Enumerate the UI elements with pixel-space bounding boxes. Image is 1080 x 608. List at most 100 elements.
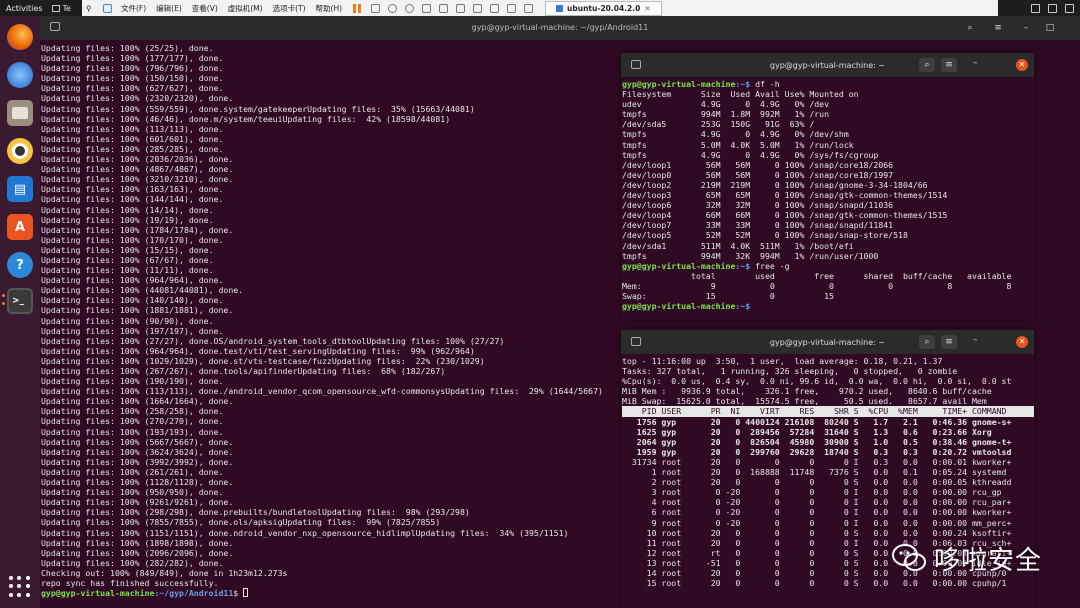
process-row: 1756 gyp 20 0 4400124 216108 80240 S 1.7… xyxy=(622,416,1012,427)
thunderbird-icon[interactable] xyxy=(7,62,33,88)
watermark: 哆啦安全 xyxy=(892,536,1062,580)
process-row: 3 root 0 -20 0 0 0 I 0.0 0.0 0:00.00 rcu… xyxy=(622,487,1002,498)
top-terminal-titlebar[interactable]: gyp@gyp-virtual-machine: ~ ⌕ ≡ – ✕ xyxy=(621,330,1034,354)
df-line: udev 4.9G 0 4.9G 0% /dev xyxy=(622,99,830,110)
prompt-user: gyp@gyp-virtual-machine xyxy=(622,301,736,312)
process-row: 2 root 20 0 0 0 0 S 0.0 0.0 0:00.05 kthr… xyxy=(622,477,1012,488)
process-row: 1625 gyp 20 0 289456 57284 31640 S 1.3 0… xyxy=(622,426,992,437)
menu-view[interactable]: 查看(V) xyxy=(187,3,223,14)
menu-help[interactable]: 帮助(H) xyxy=(311,3,348,14)
maximize-icon[interactable]: □ xyxy=(1044,22,1056,34)
menu-edit[interactable]: 编辑(E) xyxy=(151,3,187,14)
prompt-user: gyp@gyp-virtual-machine xyxy=(622,260,736,271)
df-line: /dev/loop1 56M 56M 0 100% /snap/core18/2… xyxy=(622,159,894,170)
df-line: tmpfs 994M 32K 994M 1% /run/user/1000 xyxy=(622,250,879,261)
main-terminal-title: gyp@gyp-virtual-machine: ~/gyp/Android11 xyxy=(471,23,649,32)
process-row: 6 root 0 -20 0 0 0 I 0.0 0.0 0:00.00 kwo… xyxy=(622,507,1012,518)
close-icon[interactable]: ✕ xyxy=(1016,59,1028,71)
vmware-logo-icon xyxy=(103,3,112,13)
prompt-user: gyp@gyp-virtual-machine xyxy=(622,79,736,89)
minimize-icon[interactable]: – xyxy=(973,335,978,345)
df-terminal-titlebar[interactable]: gyp@gyp-virtual-machine: ~ ⌕ ≡ – ✕ xyxy=(621,53,1034,77)
snapshot-icon[interactable] xyxy=(388,3,398,13)
terminal-indicator[interactable]: Te xyxy=(49,4,74,13)
fullscreen-icon[interactable] xyxy=(473,3,483,13)
help-icon[interactable]: ? xyxy=(7,252,33,278)
prompt-path: :~$ xyxy=(735,260,756,271)
snapshot-manager-icon[interactable] xyxy=(422,3,432,13)
df-line: /dev/loop6 32M 32M 0 100% /snap/snapd/11… xyxy=(622,200,894,211)
df-line: tmpfs 4.9G 0 4.9G 0% /dev/shm xyxy=(622,129,849,140)
terminal-icon xyxy=(51,4,60,12)
firefox-icon[interactable] xyxy=(7,24,33,50)
system-tray xyxy=(1031,0,1074,16)
df-line: /dev/sda5 253G 150G 91G 63% / xyxy=(622,119,815,130)
df-line: Filesystem Size Used Avail Use% Mounted … xyxy=(622,89,859,100)
df-line: /dev/loop5 52M 52M 0 100% /snap/snap-sto… xyxy=(622,230,908,241)
df-line: /dev/loop4 66M 66M 0 100% /snap/gtk-comm… xyxy=(622,210,948,221)
rhythmbox-icon[interactable] xyxy=(7,138,33,164)
df-line: /dev/sda1 511M 4.0K 511M 1% /boot/efi xyxy=(622,240,854,251)
df-line: tmpfs 5.0M 4.0K 5.0M 1% /run/lock xyxy=(622,139,854,150)
menu-tabs[interactable]: 选项卡(T) xyxy=(268,3,311,14)
search-icon[interactable]: ⌕ xyxy=(919,58,935,72)
df-terminal-output: gyp@gyp-virtual-machine:~$ df -h Filesyst… xyxy=(622,79,1034,311)
close-icon[interactable]: ✕ xyxy=(1016,336,1028,348)
writer-icon[interactable]: ▤ xyxy=(7,176,33,202)
pause-icon[interactable] xyxy=(353,3,362,13)
close-icon[interactable]: ✕ xyxy=(644,4,650,13)
sidebar-icon[interactable] xyxy=(439,3,449,13)
top-summary-line: %Cpu(s): 0.0 us, 0.4 sy, 0.0 ni, 99.6 id… xyxy=(622,376,1012,387)
terminal-app-icon[interactable]: >_ xyxy=(7,288,33,314)
top-summary-line: MiB Swap: 15625.0 total, 15574.5 free, 5… xyxy=(622,396,987,407)
software-icon[interactable]: A xyxy=(7,214,33,240)
vm-tab[interactable]: ubuntu-20.04.2.0 ✕ xyxy=(545,0,662,16)
minimize-icon[interactable]: – xyxy=(1020,22,1032,34)
revert-snapshot-icon[interactable] xyxy=(405,3,415,13)
console-view-icon[interactable] xyxy=(507,3,517,13)
menu-icon[interactable]: ≡ xyxy=(941,58,957,72)
cursor xyxy=(243,588,249,598)
prompt-line[interactable]: gyp@gyp-virtual-machine:~$ xyxy=(622,301,1034,311)
df-terminal-window[interactable]: gyp@gyp-virtual-machine: ~ ⌕ ≡ – ✕ gyp@g… xyxy=(621,53,1034,319)
files-icon[interactable] xyxy=(7,100,33,126)
prompt-line[interactable]: gyp@gyp-virtual-machine:~$ df -h xyxy=(622,79,1034,89)
volume-icon[interactable] xyxy=(1048,3,1057,13)
activities-button[interactable]: Activities xyxy=(0,4,49,13)
prompt-path: :~/gyp/Android11 xyxy=(154,588,234,599)
df-line: tmpfs 994M 1.8M 992M 1% /run xyxy=(622,109,830,120)
send-keys-icon[interactable] xyxy=(371,3,381,13)
prompt-line[interactable]: gyp@gyp-virtual-machine:~$ free -g xyxy=(622,261,1034,271)
main-terminal-titlebar[interactable]: gyp@gyp-virtual-machine: ~/gyp/Android11… xyxy=(40,16,1080,40)
network-icon[interactable] xyxy=(1031,3,1040,13)
menu-icon[interactable]: ≡ xyxy=(992,22,1004,34)
dock: ▤ A ? >_ xyxy=(0,16,40,608)
stretch-icon[interactable] xyxy=(524,3,534,13)
unity-icon[interactable] xyxy=(490,3,500,13)
output-line: Updating files: 100% (25/25), done. xyxy=(41,43,214,53)
menu-vm[interactable]: 虚拟机(M) xyxy=(223,3,268,14)
command-text: df -h xyxy=(755,79,780,89)
vm-tab-label: ubuntu-20.04.2.0 xyxy=(567,3,641,13)
menu-file[interactable]: 文件(F) xyxy=(116,3,151,14)
process-row: 1959 gyp 20 0 299760 29628 18740 S 0.3 0… xyxy=(622,446,1012,457)
command-text: free -g xyxy=(755,260,790,271)
power-icon[interactable] xyxy=(1065,3,1074,13)
menu-icon[interactable]: ≡ xyxy=(941,335,957,349)
search-icon[interactable]: ⌕ xyxy=(919,335,935,349)
terminal-indicator-label: Te xyxy=(62,3,71,13)
search-icon[interactable]: ⌕ xyxy=(964,22,976,34)
watermark-text: 哆啦安全 xyxy=(934,545,1043,576)
thumbnail-icon[interactable] xyxy=(456,3,466,13)
pin-icon[interactable]: ⚲ xyxy=(86,4,95,13)
minimize-icon[interactable]: – xyxy=(973,58,978,68)
process-row: 4 root 0 -20 0 0 0 I 0.0 0.0 0:00.00 rcu… xyxy=(622,497,1012,508)
df-line: /dev/loop2 219M 219M 0 100% /snap/gnome-… xyxy=(622,179,928,190)
process-row: 1 root 20 0 168888 11748 7376 S 0.0 0.1 … xyxy=(622,467,1007,478)
prompt-user: gyp@gyp-virtual-machine xyxy=(41,588,155,599)
show-applications-icon[interactable] xyxy=(9,576,31,598)
top-summary-line: top - 11:16:00 up 3:50, 1 user, load ave… xyxy=(622,356,943,366)
free-line: total used free shared buff/cache availa… xyxy=(622,270,1012,281)
running-indicator xyxy=(2,294,5,297)
wechat-logo-icon xyxy=(892,544,926,571)
